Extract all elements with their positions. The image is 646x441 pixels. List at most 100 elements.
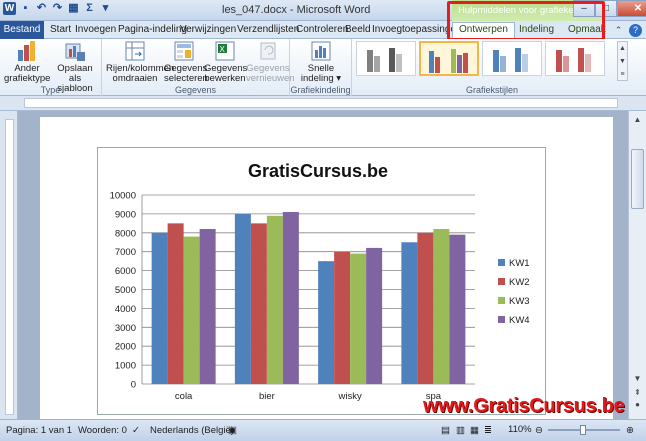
scroll-thumb[interactable] <box>631 149 644 209</box>
customize-qat-icon[interactable]: ▾ <box>99 2 112 15</box>
select-data-icon <box>174 41 194 61</box>
switch-row-column-icon <box>125 41 145 61</box>
tab-view[interactable]: Beeld <box>345 23 371 39</box>
word-count[interactable]: Woorden: 0 <box>78 425 127 436</box>
language-indicator[interactable]: Nederlands (België) <box>150 425 234 436</box>
full-screen-icon[interactable]: ▥ <box>456 425 465 436</box>
tab-start[interactable]: Start <box>50 23 71 39</box>
bar-kw1-spa <box>401 242 418 384</box>
highlight-frame <box>447 1 605 41</box>
draw-table-icon[interactable]: ▦ <box>67 2 80 15</box>
data-group-label: Gegevens <box>174 85 217 95</box>
bar-kw3-cola <box>183 236 200 384</box>
group-data: Rijen/kolommen omdraaien Gegevens select… <box>102 39 295 96</box>
page-count[interactable]: Pagina: 1 van 1 <box>6 425 72 436</box>
tab-file[interactable]: Bestand <box>0 21 44 39</box>
chart-style-red[interactable] <box>545 41 605 76</box>
legend-swatch-kw2 <box>498 278 505 285</box>
chart-frame[interactable]: GratisCursus.be 0 1000 2000 3000 4000 5000 6000… <box>97 147 546 415</box>
y-tick-label: 0 <box>131 380 136 391</box>
ribbon: Ander grafiektype Opslaan als sjabloon T… <box>0 39 646 96</box>
y-tick-label: 2000 <box>115 342 136 353</box>
proofing-icon[interactable]: ✓ <box>132 425 140 436</box>
scroll-down-icon[interactable]: ▼ <box>632 373 643 384</box>
zoom-out-icon[interactable]: ⊖ <box>535 425 543 436</box>
y-tick-label: 5000 <box>115 285 136 296</box>
zoom-in-icon[interactable]: ⊕ <box>626 425 634 436</box>
save-template-icon <box>65 43 85 61</box>
bar-kw3-bier <box>266 215 283 384</box>
scroll-up-icon[interactable]: ▲ <box>632 114 643 125</box>
horizontal-ruler <box>0 96 646 111</box>
print-layout-icon[interactable]: ▤ <box>441 425 450 436</box>
window-title: les_047.docx - Microsoft Word <box>222 4 371 16</box>
vertical-scrollbar[interactable]: ▲ ▼ ⇞ ● <box>628 111 646 419</box>
word-logo-icon[interactable]: W <box>3 2 16 15</box>
chart-svg[interactable]: GratisCursus.be 0 1000 2000 3000 4000 5000 6000… <box>98 148 545 414</box>
sum-icon[interactable]: Σ <box>83 2 96 15</box>
y-tick-label: 10000 <box>110 191 136 202</box>
legend-label-kw2: KW2 <box>509 277 530 288</box>
status-bar: Pagina: 1 van 1 Woorden: 0 ✓ Nederlands … <box>0 419 646 441</box>
group-type: Ander grafiektype Opslaan als sjabloon T… <box>0 39 102 96</box>
chart-title: GratisCursus.be <box>248 161 388 181</box>
bar-kw1-wisky <box>318 261 335 384</box>
change-type-label-2: grafiektype <box>4 73 51 84</box>
y-tick-label: 8000 <box>115 228 136 239</box>
vruler-scale <box>5 119 14 415</box>
tab-insert[interactable]: Invoegen <box>75 23 116 39</box>
svg-text:X: X <box>220 45 226 54</box>
quick-layout-button[interactable]: Snelle indeling ▾ <box>298 40 344 84</box>
style-red-preview <box>556 48 591 72</box>
bar-kw4-spa <box>449 234 466 384</box>
tab-page-layout[interactable]: Pagina-indeling <box>118 23 187 39</box>
refresh-data-button: Gegevens vernieuwen <box>246 40 295 84</box>
document-page[interactable]: GratisCursus.be 0 1000 2000 3000 4000 5000 6000… <box>40 117 613 419</box>
switch-label-2: omdraaien <box>112 73 158 84</box>
chart-style-colorful[interactable] <box>419 41 479 76</box>
legend-swatch-kw4 <box>498 316 505 323</box>
x-tick-label: wisky <box>338 391 362 402</box>
zoom-slider[interactable] <box>548 425 620 435</box>
y-tick-label: 1000 <box>115 361 136 372</box>
edit-data-button[interactable]: X Gegevens bewerken <box>204 40 247 84</box>
web-layout-icon[interactable]: ▦ <box>470 425 479 436</box>
refresh-data-icon <box>260 42 276 60</box>
document-area: GratisCursus.be 0 1000 2000 3000 4000 5000 6000… <box>18 111 628 419</box>
previous-page-icon[interactable]: ⇞ <box>632 387 643 398</box>
zoom-level[interactable]: 110% <box>508 424 532 435</box>
change-chart-type-button[interactable]: Ander grafiektype <box>4 40 50 84</box>
edit-data-label-2: bewerken <box>204 73 246 84</box>
chart-style-gray[interactable] <box>356 41 416 76</box>
bar-kw3-wisky <box>350 253 367 384</box>
y-tick-label: 9000 <box>115 209 136 220</box>
tab-references[interactable]: Verwijzingen <box>180 23 236 39</box>
bar-kw4-bier <box>282 212 299 384</box>
legend-label-kw1: KW1 <box>509 258 530 269</box>
bar-kw1-bier <box>234 213 251 384</box>
close-icon[interactable]: ✕ <box>617 0 646 17</box>
bar-kw4-wisky <box>366 247 383 384</box>
bar-kw4-cola <box>199 229 216 384</box>
select-data-button[interactable]: Gegevens selecteren <box>164 40 208 84</box>
undo-icon[interactable]: ↶ <box>35 2 48 15</box>
bar-kw1-cola <box>151 232 168 384</box>
redo-icon[interactable]: ↷ <box>51 2 64 15</box>
styles-scroll[interactable]: ▲ ▼ ≡ <box>617 41 628 81</box>
save-icon[interactable]: ▪ <box>19 2 32 15</box>
zoom-slider-thumb[interactable] <box>580 425 586 435</box>
macro-record-icon[interactable]: ▣ <box>228 425 237 436</box>
y-tick-label: 7000 <box>115 247 136 258</box>
y-tick-label: 6000 <box>115 266 136 277</box>
help-icon[interactable]: ? <box>629 24 642 37</box>
outline-icon[interactable]: ≣ <box>484 425 492 436</box>
switch-row-column-button[interactable]: Rijen/kolommen omdraaien <box>106 40 174 84</box>
tab-review[interactable]: Controleren <box>296 23 348 39</box>
watermark: www.GratisCursus.be <box>423 395 625 417</box>
browse-object-icon[interactable]: ● <box>632 399 643 410</box>
chart-style-blue[interactable] <box>482 41 542 76</box>
x-tick-label: bier <box>259 391 275 402</box>
tab-mailings[interactable]: Verzendlijsten <box>237 23 299 39</box>
bar-kw2-bier <box>250 223 267 384</box>
minimize-ribbon-icon[interactable]: ⌃ <box>612 24 625 37</box>
